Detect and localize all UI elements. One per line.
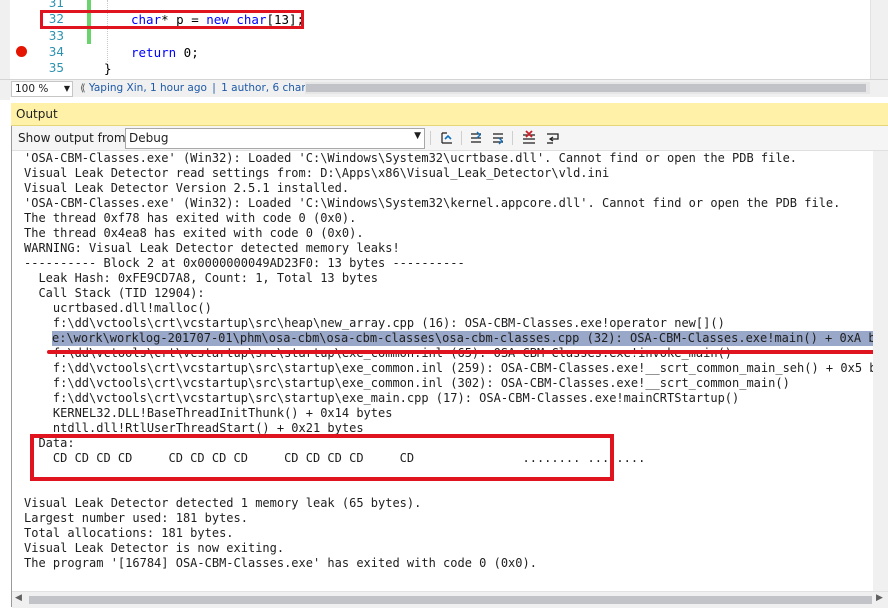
- output-line: f:\dd\vctools\crt\vcstartup\src\startup\…: [24, 361, 888, 375]
- output-line: WARNING: Visual Leak Detector detected m…: [24, 241, 400, 255]
- scroll-left-icon[interactable]: ◀: [15, 593, 22, 603]
- editor-vertical-scrollbar[interactable]: [870, 0, 888, 79]
- toolbar-separator: [512, 131, 513, 145]
- output-source-value: Debug: [129, 131, 169, 145]
- toolbar-separator: [461, 131, 462, 145]
- output-line: The program '[16784] OSA-CBM-Classes.exe…: [24, 556, 537, 570]
- codelens-author[interactable]: Yaping Xin, 1 hour ago: [89, 82, 207, 94]
- red-highlight-box-data: [30, 434, 614, 481]
- code-text: 0;: [176, 45, 199, 60]
- output-line: Visual Leak Detector read settings from:…: [24, 166, 610, 180]
- code-line-34[interactable]: return 0;: [131, 45, 199, 60]
- output-line: Call Stack (TID 12904):: [24, 286, 205, 300]
- show-output-label: Show output from:: [18, 131, 130, 145]
- output-line: The thread 0x4ea8 has exited with code 0…: [24, 226, 364, 240]
- output-line: f:\dd\vctools\crt\vcstartup\src\startup\…: [24, 376, 790, 390]
- go-to-previous-message-icon[interactable]: [437, 129, 457, 147]
- output-line: Leak Hash: 0xFE9CD7A8, Count: 1, Total 1…: [24, 271, 379, 285]
- output-line: Total allocations: 181 bytes.: [24, 526, 234, 540]
- scroll-right-icon[interactable]: ▶: [876, 593, 883, 603]
- output-line: The thread 0xf78 has exited with code 0 …: [24, 211, 357, 225]
- output-line: Largest number used: 181 bytes.: [24, 511, 248, 525]
- output-line: Visual Leak Detector is now exiting.: [24, 541, 285, 555]
- toolbar-separator: [430, 131, 431, 145]
- output-line: ---------- Block 2 at 0x0000000049AD23F0…: [24, 256, 465, 270]
- line-number-34: 34: [48, 45, 64, 59]
- red-highlight-box-code: [40, 10, 304, 29]
- output-line: 'OSA-CBM-Classes.exe' (Win32): Loaded 'C…: [24, 196, 841, 210]
- output-title: Output: [16, 107, 58, 121]
- chevron-down-icon: ▼: [63, 84, 70, 93]
- line-number-33: 33: [48, 29, 64, 43]
- output-scroll-thumb[interactable]: [29, 596, 872, 604]
- go-to-previous-icon[interactable]: [489, 129, 509, 147]
- line-number-35: 35: [48, 61, 64, 75]
- output-line: Visual Leak Detector detected 1 memory l…: [24, 496, 422, 510]
- zoom-value: 100 %: [15, 83, 49, 95]
- codelens-separator: |: [212, 82, 216, 94]
- editor-scroll-thumb[interactable]: [306, 84, 866, 92]
- toggle-word-wrap-icon[interactable]: [543, 129, 563, 147]
- code-line-35[interactable]: }: [104, 61, 112, 76]
- red-underline-annotation: [47, 350, 883, 354]
- output-line: f:\dd\vctools\crt\vcstartup\src\heap\new…: [24, 316, 725, 330]
- output-line: KERNEL32.DLL!BaseThreadInitThunk() + 0x1…: [24, 406, 393, 420]
- output-line: ucrtbased.dll!malloc(): [24, 301, 212, 315]
- keyword-return: return: [131, 45, 177, 60]
- output-line: f:\dd\vctools\crt\vcstartup\src\startup\…: [24, 391, 740, 405]
- clear-all-icon[interactable]: [519, 129, 539, 147]
- zoom-dropdown[interactable]: 100 % ▼: [11, 81, 73, 97]
- output-title-bar[interactable]: Output: [11, 103, 888, 126]
- git-history-icon: ⟪: [80, 83, 86, 94]
- go-to-next-message-icon[interactable]: [467, 129, 487, 147]
- output-vertical-scrollbar[interactable]: [873, 151, 888, 591]
- output-line: Visual Leak Detector Version 2.5.1 insta…: [24, 181, 350, 195]
- breakpoint-icon[interactable]: [16, 46, 27, 57]
- output-line: 'OSA-CBM-Classes.exe' (Win32): Loaded 'C…: [24, 151, 798, 165]
- output-line-selected[interactable]: e:\work\worklog-201707-01\phm\osa-cbm\os…: [52, 331, 888, 346]
- codelens-info[interactable]: ⟪ Yaping Xin, 1 hour ago | 1 author, 6 c…: [80, 81, 327, 96]
- chevron-down-icon: ▼: [414, 131, 421, 141]
- output-text-area[interactable]: 'OSA-CBM-Classes.exe' (Win32): Loaded 'C…: [24, 151, 888, 571]
- output-source-dropdown[interactable]: Debug ▼: [125, 128, 425, 149]
